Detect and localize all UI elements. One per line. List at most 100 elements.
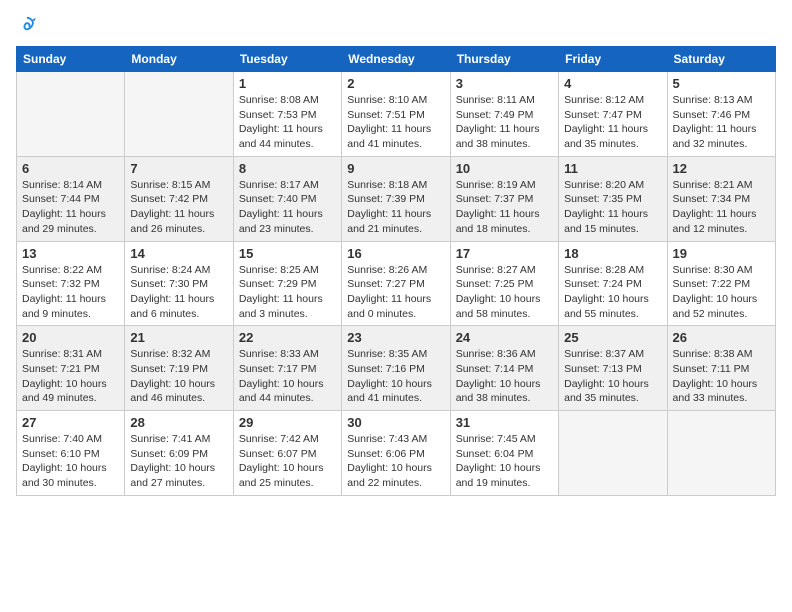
day-number: 14	[130, 246, 227, 261]
calendar-cell: 19Sunrise: 8:30 AM Sunset: 7:22 PM Dayli…	[667, 241, 775, 326]
cell-info: Sunrise: 8:22 AM Sunset: 7:32 PM Dayligh…	[22, 263, 119, 322]
day-header-sunday: Sunday	[17, 47, 125, 72]
day-number: 17	[456, 246, 553, 261]
cell-info: Sunrise: 8:24 AM Sunset: 7:30 PM Dayligh…	[130, 263, 227, 322]
calendar-week-row: 6 Sunrise: 8:14 AM Sunset: 7:44 PM Daylig…	[17, 156, 776, 241]
page-header	[16, 16, 776, 34]
cell-info: Sunrise: 8:14 AM Sunset: 7:44 PM Dayligh…	[22, 178, 119, 237]
calendar-cell: 7 Sunrise: 8:15 AM Sunset: 7:42 PM Daylig…	[125, 156, 233, 241]
calendar-cell: 27 Sunrise: 7:40 AM Sunset: 6:10 PM Dayli…	[17, 411, 125, 496]
cell-info: Sunrise: 8:15 AM Sunset: 7:42 PM Dayligh…	[130, 178, 227, 237]
day-number: 4	[564, 76, 661, 91]
calendar-cell: 24 Sunrise: 8:36 AM Sunset: 7:14 PM Dayli…	[450, 326, 558, 411]
cell-info: Sunrise: 8:12 AM Sunset: 7:47 PM Dayligh…	[564, 93, 661, 152]
day-header-friday: Friday	[559, 47, 667, 72]
day-number: 10	[456, 161, 553, 176]
cell-info: Sunrise: 8:32 AM Sunset: 7:19 PM Dayligh…	[130, 347, 227, 406]
cell-info: Sunrise: 7:43 AM Sunset: 6:06 PM Dayligh…	[347, 432, 444, 491]
calendar-week-row: 13 Sunrise: 8:22 AM Sunset: 7:32 PM Dayli…	[17, 241, 776, 326]
cell-info: Sunrise: 8:11 AM Sunset: 7:49 PM Dayligh…	[456, 93, 553, 152]
cell-info: Sunrise: 7:40 AM Sunset: 6:10 PM Dayligh…	[22, 432, 119, 491]
calendar-cell: 29 Sunrise: 7:42 AM Sunset: 6:07 PM Dayli…	[233, 411, 341, 496]
calendar-cell: 2 Sunrise: 8:10 AM Sunset: 7:51 PM Daylig…	[342, 72, 450, 157]
calendar-cell: 18 Sunrise: 8:28 AM Sunset: 7:24 PM Dayli…	[559, 241, 667, 326]
day-number: 20	[22, 330, 119, 345]
calendar-cell: 6 Sunrise: 8:14 AM Sunset: 7:44 PM Daylig…	[17, 156, 125, 241]
day-number: 25	[564, 330, 661, 345]
day-number: 3	[456, 76, 553, 91]
cell-info: Sunrise: 8:18 AM Sunset: 7:39 PM Dayligh…	[347, 178, 444, 237]
day-number: 7	[130, 161, 227, 176]
calendar-cell: 3 Sunrise: 8:11 AM Sunset: 7:49 PM Daylig…	[450, 72, 558, 157]
calendar-cell: 1Sunrise: 8:08 AM Sunset: 7:53 PM Daylig…	[233, 72, 341, 157]
cell-info: Sunrise: 8:37 AM Sunset: 7:13 PM Dayligh…	[564, 347, 661, 406]
cell-info: Sunrise: 8:17 AM Sunset: 7:40 PM Dayligh…	[239, 178, 336, 237]
day-header-tuesday: Tuesday	[233, 47, 341, 72]
calendar-cell: 14 Sunrise: 8:24 AM Sunset: 7:30 PM Dayli…	[125, 241, 233, 326]
calendar-cell	[667, 411, 775, 496]
calendar-cell: 26 Sunrise: 8:38 AM Sunset: 7:11 PM Dayli…	[667, 326, 775, 411]
calendar-cell: 5Sunrise: 8:13 AM Sunset: 7:46 PM Daylig…	[667, 72, 775, 157]
cell-info: Sunrise: 8:38 AM Sunset: 7:11 PM Dayligh…	[673, 347, 770, 406]
calendar-cell: 8 Sunrise: 8:17 AM Sunset: 7:40 PM Daylig…	[233, 156, 341, 241]
cell-info: Sunrise: 8:26 AM Sunset: 7:27 PM Dayligh…	[347, 263, 444, 322]
day-header-saturday: Saturday	[667, 47, 775, 72]
calendar-cell: 10 Sunrise: 8:19 AM Sunset: 7:37 PM Dayli…	[450, 156, 558, 241]
day-number: 6	[22, 161, 119, 176]
day-number: 8	[239, 161, 336, 176]
day-header-monday: Monday	[125, 47, 233, 72]
calendar-cell	[559, 411, 667, 496]
cell-info: Sunrise: 8:31 AM Sunset: 7:21 PM Dayligh…	[22, 347, 119, 406]
cell-info: Sunrise: 7:41 AM Sunset: 6:09 PM Dayligh…	[130, 432, 227, 491]
day-header-wednesday: Wednesday	[342, 47, 450, 72]
day-number: 21	[130, 330, 227, 345]
calendar-cell: 17 Sunrise: 8:27 AM Sunset: 7:25 PM Dayli…	[450, 241, 558, 326]
day-number: 31	[456, 415, 553, 430]
day-number: 18	[564, 246, 661, 261]
cell-info: Sunrise: 8:27 AM Sunset: 7:25 PM Dayligh…	[456, 263, 553, 322]
calendar-cell: 21 Sunrise: 8:32 AM Sunset: 7:19 PM Dayli…	[125, 326, 233, 411]
calendar-cell: 11 Sunrise: 8:20 AM Sunset: 7:35 PM Dayli…	[559, 156, 667, 241]
day-number: 28	[130, 415, 227, 430]
day-number: 29	[239, 415, 336, 430]
calendar-cell: 23Sunrise: 8:35 AM Sunset: 7:16 PM Dayli…	[342, 326, 450, 411]
calendar-cell: 25 Sunrise: 8:37 AM Sunset: 7:13 PM Dayli…	[559, 326, 667, 411]
cell-info: Sunrise: 8:30 AM Sunset: 7:22 PM Dayligh…	[673, 263, 770, 322]
cell-info: Sunrise: 7:42 AM Sunset: 6:07 PM Dayligh…	[239, 432, 336, 491]
calendar-cell: 12Sunrise: 8:21 AM Sunset: 7:34 PM Dayli…	[667, 156, 775, 241]
day-number: 11	[564, 161, 661, 176]
calendar-cell	[125, 72, 233, 157]
calendar-week-row: 20 Sunrise: 8:31 AM Sunset: 7:21 PM Dayli…	[17, 326, 776, 411]
day-number: 13	[22, 246, 119, 261]
calendar-header-row: SundayMondayTuesdayWednesdayThursdayFrid…	[17, 47, 776, 72]
calendar-week-row: 1Sunrise: 8:08 AM Sunset: 7:53 PM Daylig…	[17, 72, 776, 157]
day-number: 22	[239, 330, 336, 345]
calendar-cell: 9 Sunrise: 8:18 AM Sunset: 7:39 PM Daylig…	[342, 156, 450, 241]
calendar-cell: 22 Sunrise: 8:33 AM Sunset: 7:17 PM Dayli…	[233, 326, 341, 411]
day-number: 12	[673, 161, 770, 176]
day-number: 15	[239, 246, 336, 261]
day-number: 30	[347, 415, 444, 430]
day-number: 5	[673, 76, 770, 91]
cell-info: Sunrise: 8:10 AM Sunset: 7:51 PM Dayligh…	[347, 93, 444, 152]
cell-info: Sunrise: 8:20 AM Sunset: 7:35 PM Dayligh…	[564, 178, 661, 237]
cell-info: Sunrise: 8:33 AM Sunset: 7:17 PM Dayligh…	[239, 347, 336, 406]
day-number: 9	[347, 161, 444, 176]
day-number: 2	[347, 76, 444, 91]
calendar-cell: 20 Sunrise: 8:31 AM Sunset: 7:21 PM Dayli…	[17, 326, 125, 411]
cell-info: Sunrise: 8:36 AM Sunset: 7:14 PM Dayligh…	[456, 347, 553, 406]
calendar-week-row: 27 Sunrise: 7:40 AM Sunset: 6:10 PM Dayli…	[17, 411, 776, 496]
calendar-cell: 31 Sunrise: 7:45 AM Sunset: 6:04 PM Dayli…	[450, 411, 558, 496]
cell-info: Sunrise: 8:19 AM Sunset: 7:37 PM Dayligh…	[456, 178, 553, 237]
calendar-cell: 13 Sunrise: 8:22 AM Sunset: 7:32 PM Dayli…	[17, 241, 125, 326]
calendar-cell	[17, 72, 125, 157]
cell-info: Sunrise: 7:45 AM Sunset: 6:04 PM Dayligh…	[456, 432, 553, 491]
day-number: 26	[673, 330, 770, 345]
cell-info: Sunrise: 8:08 AM Sunset: 7:53 PM Dayligh…	[239, 93, 336, 152]
calendar-cell: 30 Sunrise: 7:43 AM Sunset: 6:06 PM Dayli…	[342, 411, 450, 496]
cell-info: Sunrise: 8:28 AM Sunset: 7:24 PM Dayligh…	[564, 263, 661, 322]
day-number: 24	[456, 330, 553, 345]
day-number: 27	[22, 415, 119, 430]
calendar-cell: 16 Sunrise: 8:26 AM Sunset: 7:27 PM Dayli…	[342, 241, 450, 326]
day-number: 16	[347, 246, 444, 261]
